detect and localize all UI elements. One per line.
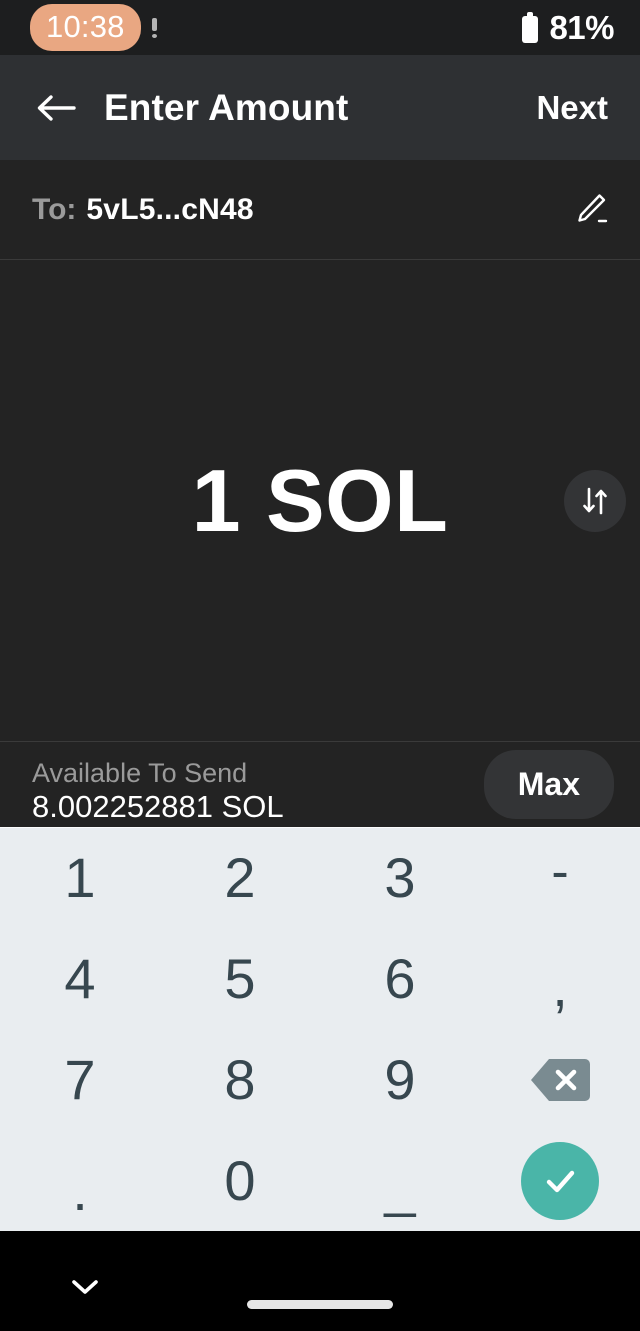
available-to-send-label: Available To Send	[32, 758, 248, 789]
key-period-label: .	[72, 1158, 88, 1222]
amount-display-area[interactable]: 1 SOL	[0, 260, 640, 742]
recipient-row: To: 5vL5...cN48	[0, 160, 640, 260]
key-9[interactable]: 9	[320, 1030, 480, 1131]
status-bar-right: 81%	[520, 11, 614, 44]
next-button[interactable]: Next	[532, 83, 612, 133]
recipient-label: To:	[32, 192, 77, 226]
key-8-label: 8	[224, 1047, 256, 1111]
back-arrow-icon[interactable]	[32, 85, 78, 131]
page-title: Enter Amount	[104, 86, 349, 128]
status-bar-clock: 10:38	[30, 4, 141, 51]
key-period[interactable]: .	[0, 1130, 160, 1231]
key-6-label: 6	[384, 947, 416, 1011]
backspace-icon	[529, 1057, 591, 1103]
key-2[interactable]: 2	[160, 828, 320, 929]
swap-vertical-icon[interactable]	[564, 469, 626, 532]
key-enter[interactable]	[480, 1130, 640, 1231]
numeric-keypad: 1 2 3 - 4 5 6, 7 8 9. 0 _	[0, 827, 640, 1231]
recipient-address: 5vL5...cN48	[86, 192, 254, 226]
key-comma-label: ,	[552, 955, 568, 1019]
key-3-label: 3	[384, 846, 416, 910]
check-icon	[521, 1141, 599, 1220]
key-4-label: 4	[64, 947, 96, 1011]
key-5[interactable]: 5	[160, 929, 320, 1030]
key-7-label: 7	[64, 1047, 96, 1111]
key-3[interactable]: 3	[320, 828, 480, 929]
status-bar-left: 10:38	[30, 4, 158, 51]
key-7[interactable]: 7	[0, 1030, 160, 1131]
key-space-label: _	[384, 1154, 416, 1218]
key-5-label: 5	[224, 947, 256, 1011]
status-bar: 10:38 81%	[0, 0, 640, 55]
amount-value: 1 SOL	[191, 450, 449, 550]
max-button[interactable]: Max	[483, 750, 614, 819]
key-comma[interactable]: ,	[480, 929, 640, 1030]
key-0-label: 0	[224, 1148, 256, 1212]
key-2-label: 2	[224, 846, 256, 910]
battery-percent-label: 81%	[549, 9, 614, 46]
chevron-down-icon[interactable]	[68, 1275, 102, 1299]
battery-icon	[520, 12, 540, 43]
pencil-edit-icon[interactable]	[570, 190, 610, 230]
exclamation-icon	[151, 17, 158, 38]
key-4[interactable]: 4	[0, 929, 160, 1030]
key-9-label: 9	[384, 1047, 416, 1111]
home-indicator[interactable]	[247, 1300, 393, 1309]
key-minus-label: -	[551, 843, 569, 902]
key-8[interactable]: 8	[160, 1030, 320, 1131]
key-1-label: 1	[64, 846, 96, 910]
available-to-send-row: Available To Send 8.002252881 SOL Max	[0, 742, 640, 827]
key-backspace[interactable]	[480, 1030, 640, 1131]
key-minus[interactable]: -	[480, 828, 640, 929]
available-balance-value: 8.002252881 SOL	[32, 789, 284, 825]
key-space[interactable]: _	[320, 1130, 480, 1231]
key-1[interactable]: 1	[0, 828, 160, 929]
key-6[interactable]: 6	[320, 929, 480, 1030]
app-bar: Enter Amount Next	[0, 55, 640, 160]
key-0[interactable]: 0	[160, 1130, 320, 1231]
system-nav-bar	[0, 1231, 640, 1331]
available-texts: Available To Send 8.002252881 SOL	[32, 745, 284, 824]
phone-screen: 10:38 81% Enter Amount Next To: 5vL5...c…	[0, 0, 640, 1331]
